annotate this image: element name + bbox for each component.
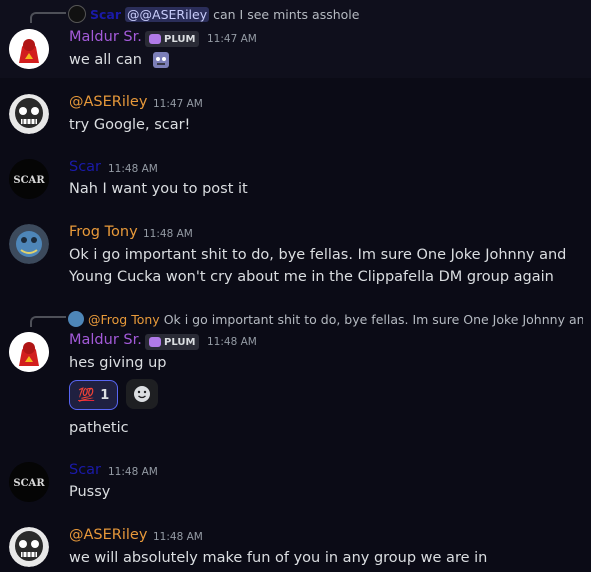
reply-avatar xyxy=(68,311,84,327)
smiley-icon xyxy=(134,386,150,402)
badge-label: PLUM xyxy=(164,336,196,348)
message-text: we all can xyxy=(69,49,171,71)
username[interactable]: @ASERiley xyxy=(69,94,147,110)
avatar[interactable] xyxy=(9,527,49,567)
message-group: @Frog Tony Ok i go important shit to do,… xyxy=(0,305,591,445)
message-text-line: Young Cucka won't cry about me in the Cl… xyxy=(69,269,554,285)
reply-mention[interactable]: @@ASERiley xyxy=(125,6,210,22)
svg-text:SCAR: SCAR xyxy=(13,175,45,186)
plum-badge: PLUM xyxy=(145,31,200,47)
message-group: SCAR Scar 11:48 AM Pussy xyxy=(0,456,591,512)
avatar[interactable] xyxy=(9,29,49,69)
reply-text: can I see mints asshole xyxy=(213,6,360,22)
chat-log: Scar @@ASERiley can I see mints asshole … xyxy=(0,0,591,572)
reply-preview[interactable]: Scar @@ASERiley can I see mints asshole xyxy=(68,5,583,23)
svg-text:SCAR: SCAR xyxy=(13,478,45,489)
badge-label: PLUM xyxy=(164,33,196,45)
reply-author[interactable]: Scar xyxy=(90,7,121,22)
add-reaction-button[interactable] xyxy=(126,379,158,409)
message-group: @ASERiley 11:48 AM we will absolutely ma… xyxy=(0,521,591,572)
username[interactable]: Maldur Sr. xyxy=(69,332,142,348)
reply-avatar xyxy=(68,5,86,23)
message-group: Scar @@ASERiley can I see mints asshole … xyxy=(0,0,591,78)
message-text: try Google, scar! xyxy=(69,117,191,133)
timestamp: 11:48 AM xyxy=(108,163,158,175)
avatar[interactable] xyxy=(9,94,49,134)
avatar[interactable] xyxy=(9,224,49,264)
message-text: Nah I want you to post it xyxy=(69,181,248,197)
timestamp: 11:48 AM xyxy=(143,228,193,240)
avatar[interactable]: SCAR xyxy=(9,159,49,199)
reply-author[interactable]: @Frog Tony xyxy=(88,312,160,327)
message-text-line: Ok i go important shit to do, bye fellas… xyxy=(69,247,567,263)
username[interactable]: Maldur Sr. xyxy=(69,29,142,45)
message-text-line: pathetic xyxy=(69,420,129,436)
reply-connector xyxy=(30,316,66,327)
avatar[interactable]: SCAR xyxy=(9,462,49,502)
timestamp: 11:48 AM xyxy=(153,531,203,543)
message-group: Frog Tony 11:48 AM Ok i go important shi… xyxy=(0,218,591,296)
message-text-line: hes giving up xyxy=(69,355,167,371)
message-text: we will absolutely make fun of you in an… xyxy=(69,550,488,566)
reply-text: Ok i go important shit to do, bye fellas… xyxy=(163,311,583,327)
avatar[interactable] xyxy=(9,332,49,372)
username[interactable]: Scar xyxy=(69,462,101,478)
message-text-line: we all can xyxy=(69,52,142,68)
heart-icon xyxy=(149,337,161,347)
reply-preview[interactable]: @Frog Tony Ok i go important shit to do,… xyxy=(68,310,583,328)
reaction-count: 1 xyxy=(100,387,110,403)
reply-connector xyxy=(30,12,66,23)
hundred-emoji-icon: 💯 xyxy=(78,387,95,403)
username[interactable]: @ASERiley xyxy=(69,527,147,543)
reaction-100[interactable]: 💯 1 xyxy=(69,380,119,410)
plum-badge: PLUM xyxy=(145,334,200,350)
message-group: SCAR Scar 11:48 AM Nah I want you to pos… xyxy=(0,153,591,209)
message-group: @ASERiley 11:47 AM try Google, scar! xyxy=(0,88,591,144)
custom-emoji-icon[interactable] xyxy=(151,50,171,70)
timestamp: 11:48 AM xyxy=(108,466,158,478)
username[interactable]: Scar xyxy=(69,159,101,175)
heart-icon xyxy=(149,34,161,44)
timestamp: 11:47 AM xyxy=(153,98,203,110)
username[interactable]: Frog Tony xyxy=(69,224,138,240)
timestamp: 11:47 AM xyxy=(207,33,257,45)
message-text: Pussy xyxy=(69,484,111,500)
timestamp: 11:48 AM xyxy=(207,336,257,348)
